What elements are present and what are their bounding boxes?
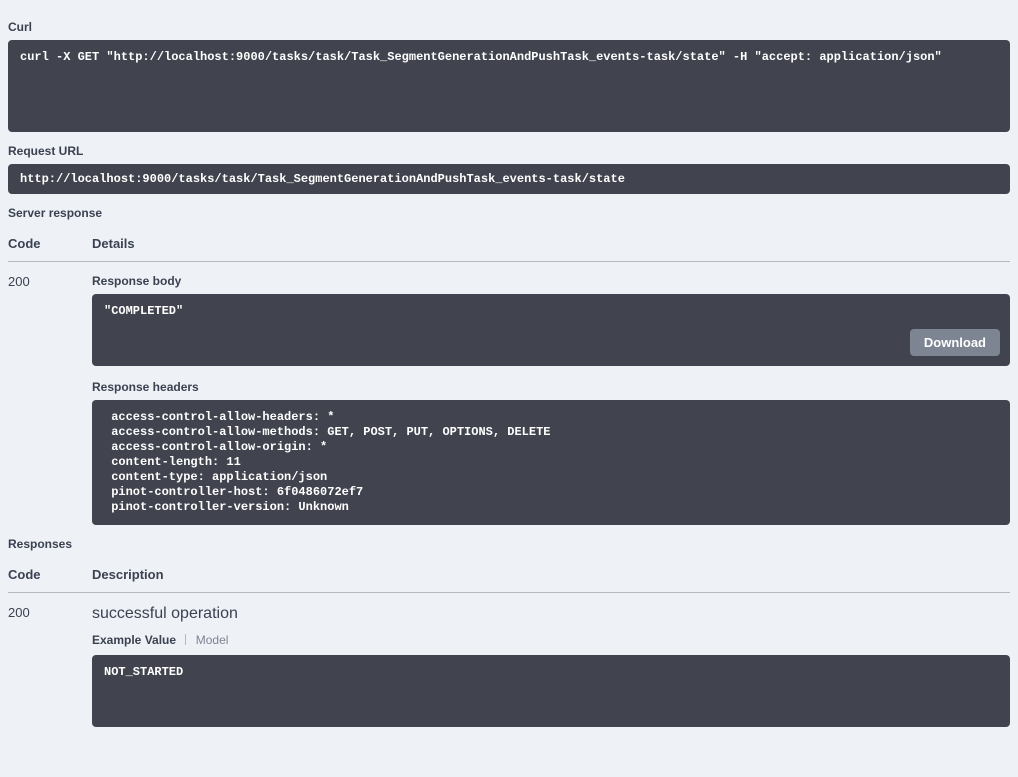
- response-body-text: "COMPLETED": [104, 304, 183, 318]
- responses-table: Code Description 200 successful operatio…: [8, 557, 1010, 727]
- description-header: Description: [92, 567, 1010, 582]
- server-response-header-row: Code Details: [8, 226, 1010, 262]
- example-value-tab[interactable]: Example Value: [92, 633, 176, 647]
- example-model-toggle: Example Value Model: [92, 633, 1010, 647]
- response-headers-block[interactable]: access-control-allow-headers: * access-c…: [92, 400, 1010, 525]
- response-status-code: 200: [8, 274, 92, 525]
- response-body-block[interactable]: "COMPLETED" Download: [92, 294, 1010, 366]
- example-value-block[interactable]: NOT_STARTED: [92, 655, 1010, 727]
- code-header: Code: [8, 236, 92, 251]
- response-description: successful operation: [92, 605, 1010, 623]
- curl-label: Curl: [8, 20, 1010, 34]
- curl-command-block[interactable]: curl -X GET "http://localhost:9000/tasks…: [8, 40, 1010, 132]
- responses-header-row: Code Description: [8, 557, 1010, 593]
- response-body-label: Response body: [92, 274, 1010, 288]
- responses-row: 200 successful operation Example Value M…: [8, 593, 1010, 727]
- response-headers-label: Response headers: [92, 380, 1010, 394]
- code-header-2: Code: [8, 567, 92, 582]
- details-header: Details: [92, 236, 1010, 251]
- responses-status-code: 200: [8, 605, 92, 727]
- server-response-row: 200 Response body "COMPLETED" Download R…: [8, 262, 1010, 525]
- server-response-label: Server response: [8, 206, 1010, 220]
- responses-label: Responses: [8, 537, 1010, 551]
- request-url-block[interactable]: http://localhost:9000/tasks/task/Task_Se…: [8, 164, 1010, 194]
- request-url-label: Request URL: [8, 144, 1010, 158]
- tab-divider: [185, 634, 186, 645]
- model-tab[interactable]: Model: [196, 633, 229, 647]
- download-button[interactable]: Download: [910, 329, 1000, 356]
- server-response-table: Code Details 200 Response body "COMPLETE…: [8, 226, 1010, 525]
- example-value-text: NOT_STARTED: [104, 665, 183, 679]
